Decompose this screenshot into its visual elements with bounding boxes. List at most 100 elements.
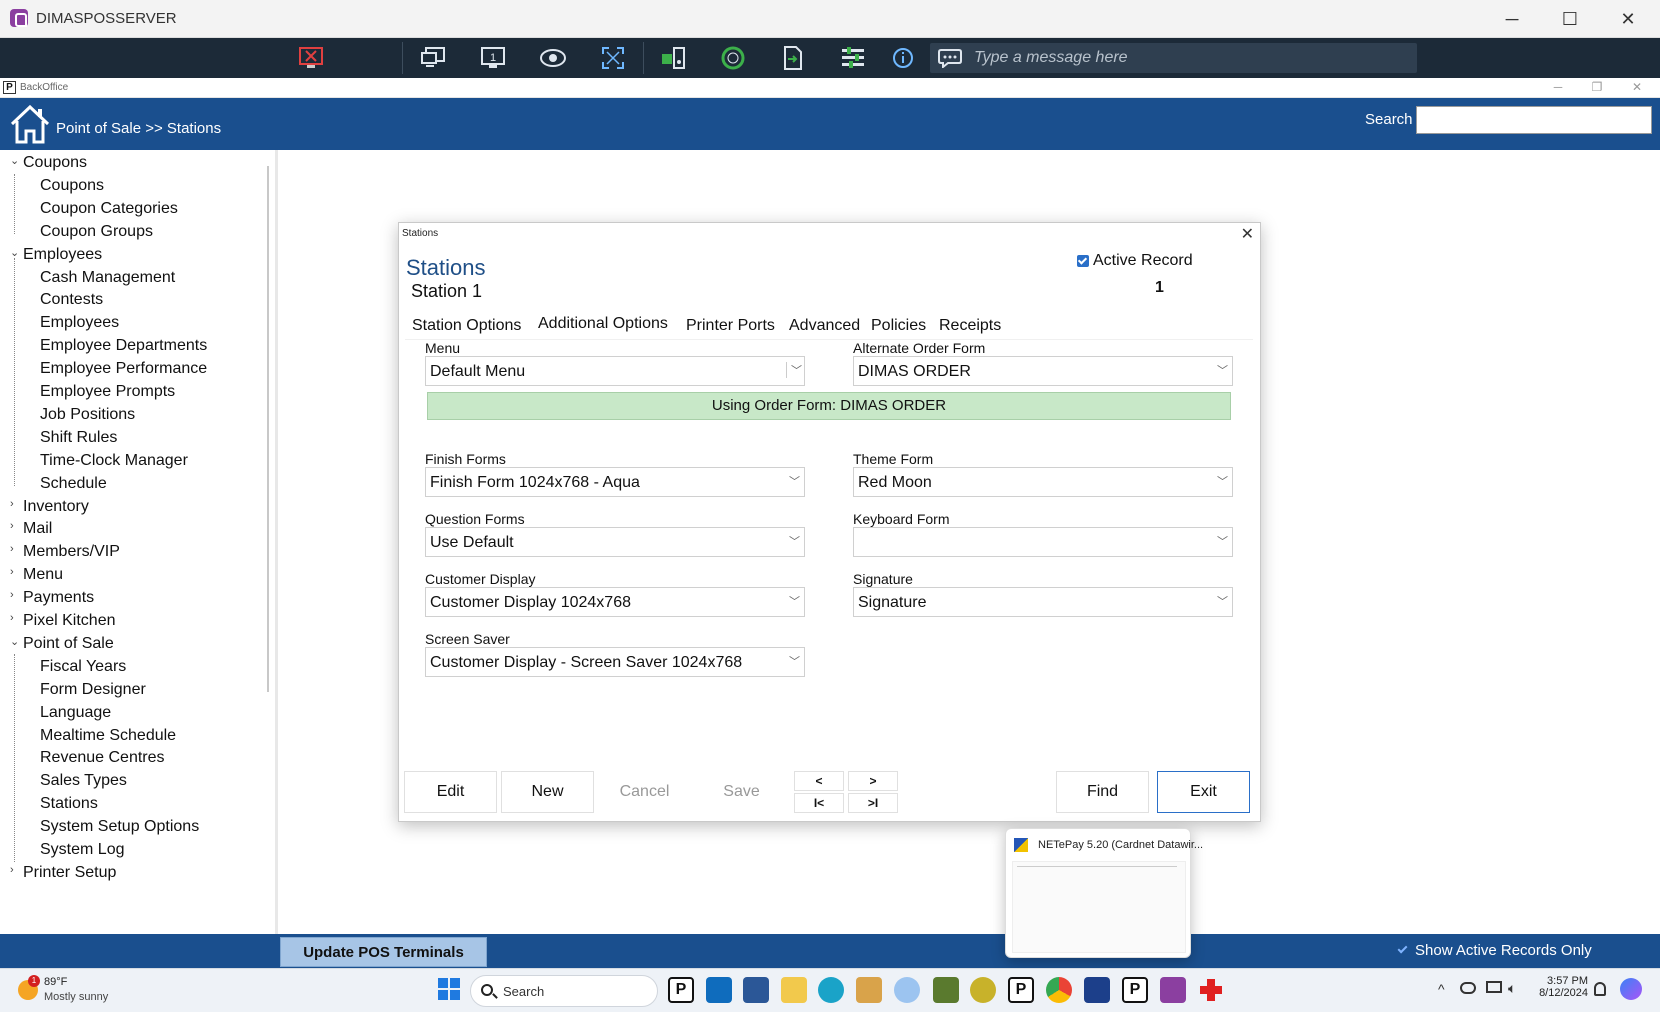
sidebar-item[interactable]: Shift Rules — [40, 429, 117, 447]
sidebar-group[interactable]: › Mail — [10, 520, 52, 538]
chevron-up-icon[interactable]: ^ — [1438, 981, 1445, 997]
sidebar-item[interactable]: Employees — [40, 314, 119, 332]
show-active-records-toggle[interactable]: Show Active Records Only — [1397, 942, 1592, 959]
chevron-right-icon[interactable]: › — [10, 566, 14, 578]
file-explorer-icon[interactable] — [781, 977, 807, 1003]
tab-station-options[interactable]: Station Options — [412, 317, 521, 335]
sidebar-group[interactable]: › Menu — [10, 566, 63, 584]
network-icon[interactable] — [1486, 981, 1502, 993]
sidebar-group[interactable]: ⌄ Point of Sale — [10, 635, 114, 653]
sidebar-item[interactable]: Language — [40, 704, 111, 722]
taskbar-clock[interactable]: 3:57 PM 8/12/2024 — [1532, 975, 1588, 999]
outlook-icon[interactable] — [706, 977, 732, 1003]
question-forms-select[interactable]: Use Default ﹀ — [425, 527, 805, 557]
find-button[interactable]: Find — [1056, 771, 1149, 813]
remote-app-icon[interactable] — [1160, 977, 1186, 1003]
app-icon-2[interactable] — [894, 977, 920, 1003]
exit-button[interactable]: Exit — [1157, 771, 1250, 813]
pos-app-icon-2[interactable]: P — [1008, 977, 1034, 1003]
sidebar-group[interactable]: › Pixel Kitchen — [10, 612, 116, 630]
sidebar-group[interactable]: ⌄ Employees — [10, 246, 102, 264]
chevron-down-icon[interactable]: ⌄ — [10, 635, 19, 648]
tab-printer-ports[interactable]: Printer Ports — [686, 317, 775, 335]
sidebar-item[interactable]: Fiscal Years — [40, 658, 126, 676]
last-record-button[interactable]: >I — [848, 793, 898, 813]
minimize-icon[interactable]: ─ — [1489, 6, 1535, 32]
search-input[interactable] — [1416, 106, 1652, 134]
dialog-close-icon[interactable]: ✕ — [1241, 224, 1254, 244]
chrome-icon[interactable] — [1046, 977, 1072, 1003]
volume-icon[interactable]: 🔈︎ — [1508, 980, 1516, 997]
sidebar-item[interactable]: Form Designer — [40, 681, 146, 699]
edge-icon[interactable] — [818, 977, 844, 1003]
screen-saver-select[interactable]: Customer Display - Screen Saver 1024x768… — [425, 647, 805, 677]
new-button[interactable]: New — [501, 771, 594, 813]
chevron-right-icon[interactable]: › — [10, 589, 14, 601]
app-icon-1[interactable] — [856, 977, 882, 1003]
app-icon-3[interactable] — [933, 977, 959, 1003]
sidebar-item[interactable]: Employee Performance — [40, 360, 207, 378]
keyboard-form-select[interactable]: ﹀ — [853, 527, 1233, 557]
message-box[interactable]: Type a message here — [930, 43, 1417, 73]
sidebar-item[interactable]: Coupon Categories — [40, 200, 178, 218]
copilot-icon[interactable] — [1620, 978, 1642, 1000]
sidebar-group[interactable]: › Members/VIP — [10, 543, 120, 561]
app-icon-4[interactable] — [970, 977, 996, 1003]
view-icon[interactable] — [538, 44, 568, 72]
popup-thumbnail[interactable] — [1012, 861, 1186, 953]
pos-app-icon-3[interactable]: P — [1122, 977, 1148, 1003]
message-placeholder[interactable]: Type a message here — [974, 49, 1128, 67]
chevron-right-icon[interactable]: › — [10, 612, 14, 624]
sidebar-group[interactable]: ⌄ Coupons — [10, 154, 87, 172]
finish-forms-select[interactable]: Finish Form 1024x768 - Aqua ﹀ — [425, 467, 805, 497]
sidebar-item[interactable]: Employee Prompts — [40, 383, 175, 401]
maximize-icon[interactable]: ☐ — [1547, 6, 1593, 32]
sidebar-group[interactable]: › Payments — [10, 589, 94, 607]
info-icon[interactable] — [888, 44, 918, 72]
update-pos-terminals-button[interactable]: Update POS Terminals — [280, 937, 487, 967]
sidebar-item[interactable]: Sales Types — [40, 772, 127, 790]
manage-icon[interactable] — [838, 44, 868, 72]
inner-restore-icon[interactable]: ❐ — [1582, 80, 1612, 94]
chevron-right-icon[interactable]: › — [10, 520, 14, 532]
word-icon[interactable] — [743, 977, 769, 1003]
chevron-down-icon[interactable]: ⌄ — [10, 154, 19, 167]
close-icon[interactable]: ✕ — [1605, 6, 1651, 32]
sidebar-group[interactable]: › Printer Setup — [10, 864, 116, 882]
cloud-icon[interactable] — [1460, 982, 1476, 994]
chevron-right-icon[interactable]: › — [10, 543, 14, 555]
show-active-checkbox[interactable] — [1397, 944, 1409, 956]
tab-receipts[interactable]: Receipts — [939, 317, 1001, 335]
sidebar-item[interactable]: Revenue Centres — [40, 749, 165, 767]
menu-select[interactable]: Default Menu ﹀ — [425, 356, 805, 386]
edit-button[interactable]: Edit — [404, 771, 497, 813]
sidebar-item[interactable]: Stations — [40, 795, 98, 813]
tab-additional-options[interactable]: Additional Options — [538, 315, 668, 333]
customer-display-select[interactable]: Customer Display 1024x768 ﹀ — [425, 587, 805, 617]
remote-monitor-icon[interactable] — [418, 44, 448, 72]
inner-close-icon[interactable]: ✕ — [1622, 80, 1652, 94]
chevron-right-icon[interactable]: › — [10, 864, 14, 876]
taskbar-search[interactable]: Search — [470, 975, 658, 1007]
sidebar-item[interactable]: Mealtime Schedule — [40, 727, 176, 745]
chevron-down-icon[interactable]: ⌄ — [10, 246, 19, 259]
sidebar-item[interactable]: System Setup Options — [40, 818, 199, 836]
file-transfer-icon[interactable] — [778, 44, 808, 72]
sidebar-item[interactable]: Coupons — [40, 177, 104, 195]
sidebar-item[interactable]: Employee Departments — [40, 337, 207, 355]
tab-policies[interactable]: Policies — [871, 317, 926, 335]
disconnect-icon[interactable] — [296, 44, 326, 72]
start-icon[interactable] — [437, 977, 463, 1003]
sidebar-scrollbar[interactable] — [267, 166, 269, 692]
sidebar-item[interactable]: Coupon Groups — [40, 223, 153, 241]
sidebar-item[interactable]: Contests — [40, 291, 103, 309]
notification-bell-icon[interactable] — [1594, 982, 1606, 996]
pos-app-icon[interactable]: P — [668, 977, 694, 1003]
save-button[interactable]: Save — [695, 771, 788, 813]
sidebar-item[interactable]: Cash Management — [40, 269, 175, 287]
sidebar-item[interactable]: System Log — [40, 841, 124, 859]
taskbar-preview-popup[interactable]: NETePay 5.20 (Cardnet Datawir... — [1005, 828, 1203, 958]
cancel-button[interactable]: Cancel — [598, 771, 691, 813]
next-record-button[interactable]: > — [848, 771, 898, 791]
sidebar-item[interactable]: Job Positions — [40, 406, 135, 424]
